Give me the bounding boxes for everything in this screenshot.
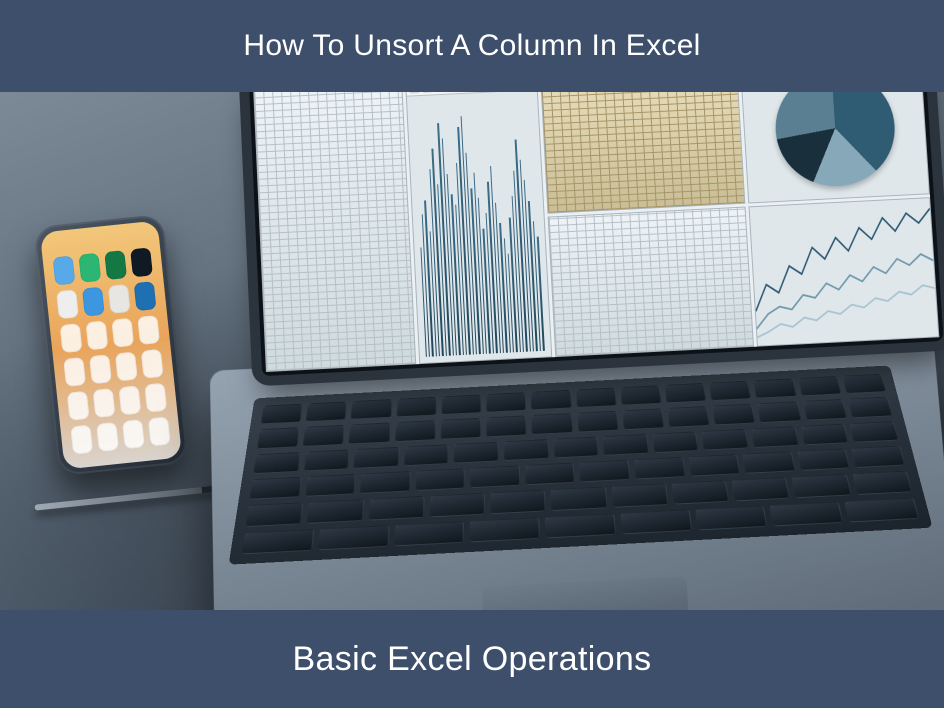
app-icon	[53, 256, 76, 286]
app-icon	[93, 388, 116, 418]
app-icon	[70, 425, 93, 455]
app-icon	[78, 253, 101, 283]
page-title: How To Unsort A Column In Excel	[243, 29, 700, 63]
pie-chart	[772, 92, 898, 190]
footer-banner: Basic Excel Operations	[0, 610, 944, 708]
app-icon	[148, 416, 171, 446]
app-icon	[111, 318, 134, 348]
laptop-keyboard	[229, 365, 933, 564]
app-icon	[130, 247, 153, 277]
bar-chart-panel	[405, 92, 552, 364]
spreadsheet-panel	[540, 92, 746, 213]
footer-title: Basic Excel Operations	[293, 640, 652, 679]
laptop-screen	[249, 92, 944, 376]
header-banner: How To Unsort A Column In Excel	[0, 0, 944, 92]
app-icon	[82, 287, 105, 317]
app-icon	[134, 281, 157, 311]
phone-screen	[40, 220, 182, 469]
app-icon	[144, 383, 167, 413]
line-chart-panel	[749, 197, 940, 347]
hero-image	[0, 92, 944, 610]
excel-dashboard	[253, 92, 939, 372]
app-icon	[122, 419, 145, 449]
app-icon	[56, 289, 79, 319]
laptop-trackpad	[482, 576, 689, 610]
app-icon	[118, 385, 141, 415]
app-icon	[141, 349, 164, 379]
app-icon	[104, 250, 127, 280]
app-icon	[115, 352, 138, 382]
app-icon	[86, 320, 109, 350]
app-icon	[137, 315, 160, 345]
app-icon	[96, 422, 119, 452]
app-icon	[108, 284, 131, 314]
smartphone	[33, 214, 188, 476]
spreadsheet-panel	[253, 92, 416, 372]
app-icon	[63, 357, 86, 387]
laptop-base	[210, 334, 944, 610]
bar-chart	[413, 92, 545, 357]
laptop	[195, 92, 944, 610]
app-icon	[60, 323, 83, 353]
app-icon	[67, 391, 90, 421]
pie-chart-panel	[740, 92, 930, 203]
app-icon	[89, 354, 112, 384]
line-chart	[750, 198, 939, 346]
spreadsheet-panel	[547, 206, 754, 357]
phone-app-grid	[53, 247, 171, 454]
